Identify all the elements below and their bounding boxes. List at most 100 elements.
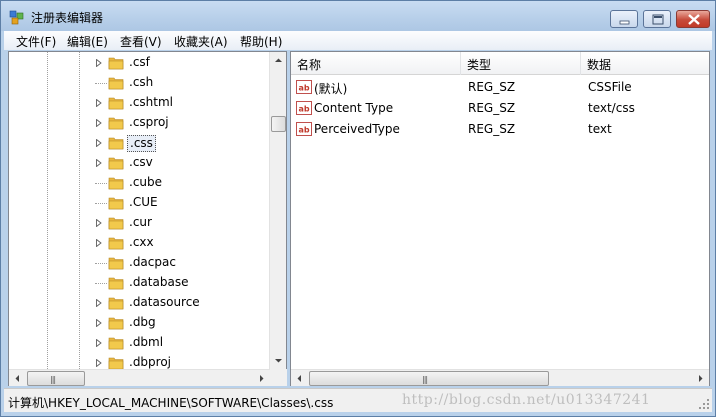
tree-item-label: .cxx xyxy=(129,235,154,249)
folder-icon xyxy=(108,157,124,170)
string-value-icon: ab xyxy=(296,101,312,115)
expand-arrow-icon[interactable] xyxy=(96,239,102,247)
value-row[interactable]: ab (默认) REG_SZ CSSFile xyxy=(291,77,709,98)
menu-file[interactable]: 文件(F) xyxy=(16,33,56,50)
folder-icon xyxy=(108,257,124,270)
key-tree: .csf .csh .cshtml .csproj .css .csv .cube .CUE.… xyxy=(9,52,270,369)
resize-grip-icon[interactable] xyxy=(698,398,710,410)
tree-item-label: .dbml xyxy=(129,335,164,349)
maximize-button[interactable] xyxy=(643,10,671,28)
tree-item-label: .cur xyxy=(129,215,152,229)
tree-horizontal-scroll-thumb[interactable]: ||| xyxy=(27,371,85,386)
folder-icon xyxy=(108,277,124,290)
close-button[interactable] xyxy=(676,10,710,28)
tree-vertical-scroll-thumb[interactable] xyxy=(271,116,286,132)
folder-icon xyxy=(108,97,124,110)
value-data-cell: text xyxy=(588,122,612,136)
scroll-up-arrow-icon[interactable] xyxy=(270,52,287,69)
key-tree-pane[interactable]: .csf .csh .cshtml .csproj .css .csv .cube .CUE.… xyxy=(8,51,287,386)
list-header: 名称 类型 数据 xyxy=(291,52,709,75)
tree-item-label: .cshtml xyxy=(129,95,173,109)
expand-arrow-icon[interactable] xyxy=(96,139,102,147)
tree-item-label: .CUE xyxy=(129,195,158,209)
expand-arrow-icon[interactable] xyxy=(96,359,102,367)
column-header-type[interactable]: 类型 xyxy=(461,52,581,75)
list-horizontal-scrollbar[interactable]: ||| xyxy=(291,369,709,386)
tree-item[interactable]: .cshtml xyxy=(9,93,270,113)
tree-item[interactable]: .csh xyxy=(9,73,270,93)
expand-arrow-icon[interactable] xyxy=(96,59,102,67)
tree-item[interactable]: .csf xyxy=(9,53,270,73)
string-value-icon: ab xyxy=(296,80,312,94)
minimize-icon xyxy=(619,20,630,25)
scroll-right-arrow-icon[interactable] xyxy=(692,370,709,387)
tree-vertical-scrollbar[interactable] xyxy=(269,52,286,369)
expand-arrow-icon[interactable] xyxy=(96,119,102,127)
svg-text:ab: ab xyxy=(298,105,309,114)
menu-favorites[interactable]: 收藏夹(A) xyxy=(174,33,228,50)
close-icon xyxy=(688,14,700,25)
string-value-icon: ab xyxy=(296,122,312,136)
expand-arrow-icon[interactable] xyxy=(96,219,102,227)
title-bar[interactable]: 注册表编辑器 xyxy=(1,1,715,31)
value-row[interactable]: ab PerceivedType REG_SZ text xyxy=(291,119,709,140)
tree-item[interactable]: .dbg xyxy=(9,313,270,333)
tree-item[interactable]: .cube xyxy=(9,173,270,193)
status-bar: 计算机\HKEY_LOCAL_MACHINE\SOFTWARE\Classes\… xyxy=(4,388,712,412)
folder-icon xyxy=(108,337,124,350)
folder-icon xyxy=(108,297,124,310)
folder-icon xyxy=(108,317,124,330)
tree-item[interactable]: .dbproj xyxy=(9,353,270,369)
tree-connector-line xyxy=(95,183,107,184)
tree-connector-line xyxy=(95,203,107,204)
regedit-app-icon xyxy=(9,10,24,25)
values-list-pane[interactable]: 名称 类型 数据 ab (默认) REG_SZ CSSFile ab Content Ty… xyxy=(290,51,710,386)
status-key-path: 计算机\HKEY_LOCAL_MACHINE\SOFTWARE\Classes\… xyxy=(8,396,334,410)
tree-item[interactable]: .csv xyxy=(9,153,270,173)
tree-item[interactable]: .cxx xyxy=(9,233,270,253)
scroll-right-arrow-icon[interactable] xyxy=(253,370,270,387)
menu-edit[interactable]: 编辑(E) xyxy=(67,33,108,50)
list-horizontal-scroll-thumb[interactable]: ||| xyxy=(309,371,549,386)
maximize-icon xyxy=(652,14,664,25)
menu-view[interactable]: 查看(V) xyxy=(120,33,162,50)
scroll-down-arrow-icon[interactable] xyxy=(270,352,287,369)
expand-arrow-icon[interactable] xyxy=(96,159,102,167)
tree-item[interactable]: .CUE xyxy=(9,193,270,213)
tree-item-label: .csproj xyxy=(129,115,169,129)
tree-item-label: .dacpac xyxy=(129,255,176,269)
minimize-button[interactable] xyxy=(610,10,638,28)
value-name-cell: Content Type xyxy=(314,101,394,115)
tree-item-label: .csv xyxy=(129,155,153,169)
tree-item-label-selected: .css xyxy=(127,135,156,152)
tree-item-label: .csh xyxy=(129,75,154,89)
tree-item[interactable]: .datasource xyxy=(9,293,270,313)
tree-horizontal-scrollbar[interactable]: ||| xyxy=(9,369,270,386)
folder-icon xyxy=(108,137,124,150)
column-header-data[interactable]: 数据 xyxy=(581,52,709,75)
tree-item[interactable]: .dacpac xyxy=(9,253,270,273)
tree-item[interactable]: .dbml xyxy=(9,333,270,353)
expand-arrow-icon[interactable] xyxy=(96,99,102,107)
grip-icon: ||| xyxy=(50,375,56,384)
column-header-name[interactable]: 名称 xyxy=(291,52,461,75)
svg-text:ab: ab xyxy=(298,84,309,93)
tree-item[interactable]: .database xyxy=(9,273,270,293)
expand-arrow-icon[interactable] xyxy=(96,299,102,307)
menu-help[interactable]: 帮助(H) xyxy=(240,33,282,50)
tree-item[interactable]: .cur xyxy=(9,213,270,233)
watermark-text: http://blog.csdn.net/u013347241 xyxy=(402,392,651,408)
registry-editor-window: 注册表编辑器 文件(F) 编辑(E) 查看(V) 收藏夹(A) 帮助(H) .c… xyxy=(0,0,716,417)
tree-item[interactable]: .csproj xyxy=(9,113,270,133)
value-type-cell: REG_SZ xyxy=(468,122,516,136)
folder-icon xyxy=(108,237,124,250)
folder-icon xyxy=(108,217,124,230)
scroll-left-arrow-icon[interactable] xyxy=(9,370,26,387)
expand-arrow-icon[interactable] xyxy=(96,339,102,347)
menu-bar: 文件(F) 编辑(E) 查看(V) 收藏夹(A) 帮助(H) xyxy=(4,31,712,50)
expand-arrow-icon[interactable] xyxy=(96,319,102,327)
value-row[interactable]: ab Content Type REG_SZ text/css xyxy=(291,98,709,119)
tree-item[interactable]: .css xyxy=(9,133,270,153)
scroll-left-arrow-icon[interactable] xyxy=(291,370,308,387)
value-type-cell: REG_SZ xyxy=(468,101,516,115)
